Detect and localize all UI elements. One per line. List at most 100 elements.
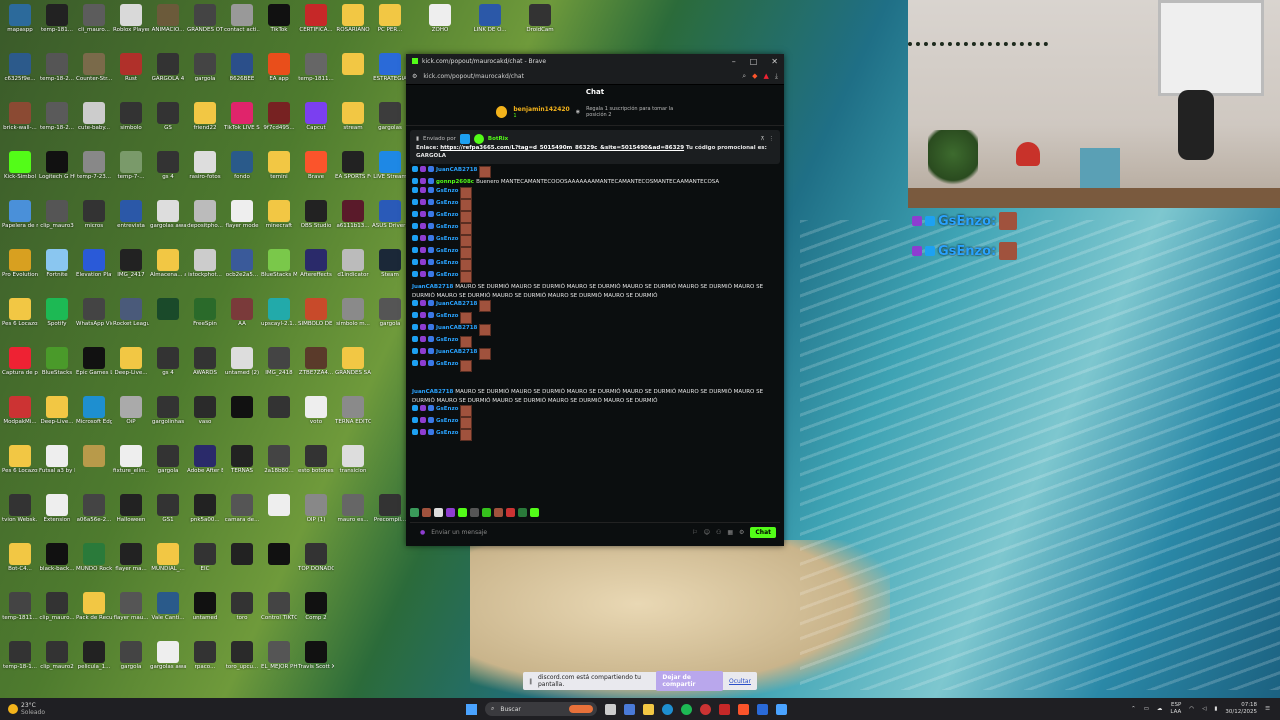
chat-username[interactable]: JuanCAB2718 [436, 300, 477, 309]
chat-username[interactable]: GsEnzo [436, 405, 458, 414]
desktop-icon[interactable]: minecraft [261, 200, 297, 244]
desktop-icon[interactable]: temini [261, 151, 297, 195]
desktop-icon[interactable]: untamed (2) [224, 347, 260, 391]
send-chat-button[interactable]: Chat [750, 526, 776, 538]
settings-icon[interactable]: ⚙ [739, 529, 744, 536]
task-view-icon[interactable] [605, 703, 616, 715]
desktop-icon[interactable]: Deep-Live... [39, 396, 75, 440]
desktop-icon[interactable]: flayer ma... [113, 543, 149, 587]
mic-icon[interactable]: ● [420, 529, 425, 536]
desktop-icon[interactable]: Elevation Player [76, 249, 112, 293]
desktop-icon[interactable]: gs 4 [150, 347, 186, 391]
chat-username[interactable]: GsEnzo [436, 211, 458, 220]
app-icon[interactable] [719, 703, 730, 715]
desktop-icon[interactable]: gargola [372, 298, 408, 342]
desktop-icon[interactable]: flayer mau... [113, 592, 149, 636]
desktop-icon[interactable]: clip_mauro2 [39, 641, 75, 685]
desktop-icon[interactable]: a6111b13... [335, 200, 371, 244]
desktop-icon[interactable]: gargolas awards [150, 641, 186, 685]
desktop-icon[interactable]: gargola [113, 641, 149, 685]
emote-icon[interactable] [494, 508, 503, 517]
app-icon[interactable] [757, 703, 768, 715]
emote-icon[interactable] [434, 508, 443, 517]
desktop-icon[interactable]: camara de... [224, 494, 260, 538]
desktop-icon[interactable]: mauro es... [335, 494, 371, 538]
emote-icon[interactable] [518, 508, 527, 517]
address-bar[interactable]: ⚙ kick.com/popout/maurocakd/chat ⌕ ◆ ▲ ⤓ [406, 68, 784, 85]
desktop-icon[interactable]: Pack de Recursos [76, 592, 112, 636]
desktop-icon[interactable]: temp-1811... [2, 592, 38, 636]
rewards-icon[interactable]: ⚇ [716, 529, 721, 536]
desktop-icon[interactable]: pnk5a00... [187, 494, 223, 538]
desktop-icon[interactable]: ZOHO [422, 4, 458, 48]
desktop-icon[interactable]: gs 4 [150, 151, 186, 195]
url-text[interactable]: kick.com/popout/maurocakd/chat [423, 73, 524, 80]
desktop-icon[interactable]: Counter-Str... [76, 53, 112, 97]
emote-icon[interactable] [530, 508, 539, 517]
desktop-icon[interactable]: EIC [187, 543, 223, 587]
desktop-icon[interactable]: OBS Studio [298, 200, 334, 244]
chat-username[interactable]: JuanCAB2718 [436, 324, 477, 333]
desktop-icon[interactable]: Vale Canti... [150, 592, 186, 636]
zoom-icon[interactable]: ⌕ [742, 72, 746, 81]
desktop-icon[interactable]: 8626BEE [224, 53, 260, 97]
chat-username[interactable]: JuanCAB2718 [412, 389, 455, 395]
brave-taskbar-icon[interactable] [700, 703, 711, 715]
desktop-icon[interactable]: istockphot... [187, 249, 223, 293]
desktop-icon[interactable]: Logitech G HUB [39, 151, 75, 195]
desktop-icon[interactable]: GS [150, 102, 186, 146]
maximize-icon[interactable]: □ [750, 57, 758, 66]
desktop-icon[interactable]: temp-181... [39, 4, 75, 48]
desktop-icon[interactable]: ESTRATEGIA [372, 53, 408, 97]
window-titlebar[interactable]: kick.com/popout/maurocakd/chat - Brave –… [406, 54, 784, 68]
hide-link[interactable]: Ocultar [729, 678, 751, 685]
desktop-icon[interactable]: SIMBOLO DE GARGOLA [298, 298, 334, 342]
weather-widget[interactable]: 23°C Soleado [0, 702, 128, 716]
desktop-icon[interactable]: friend22 [187, 102, 223, 146]
chat-username[interactable]: GsEnzo [436, 235, 458, 244]
chat-username[interactable]: GsEnzo [436, 223, 458, 232]
desktop-icon[interactable]: flayer mode [224, 200, 260, 244]
desktop-icon[interactable] [261, 494, 297, 538]
desktop-icon[interactable]: TikTok [261, 4, 297, 48]
brave-shield-icon[interactable]: ◆ [752, 72, 757, 81]
chat-username[interactable]: JuanCAB2718 [436, 348, 477, 357]
desktop-icon[interactable]: toro_upcu... [224, 641, 260, 685]
desktop-icon[interactable]: Rocket League [113, 298, 149, 342]
desktop-icon[interactable]: 9f7cd495... [261, 102, 297, 146]
desktop-icon[interactable]: contact acti... [224, 4, 260, 48]
desktop-icon[interactable]: PC PER... [372, 4, 408, 48]
desktop-icon[interactable]: LIVE Stream [372, 151, 408, 195]
desktop-icon[interactable]: Bot-C4... [2, 543, 38, 587]
desktop-icon[interactable]: ocb2e2a5... [224, 249, 260, 293]
emote-icon[interactable] [446, 508, 455, 517]
edge-icon[interactable] [662, 703, 673, 715]
battery-icon[interactable]: ▮ [1214, 706, 1217, 712]
desktop-icon[interactable]: tvion Websk... [2, 494, 38, 538]
desktop-icon[interactable]: Control TIKTOK [261, 592, 297, 636]
desktop-icon[interactable]: ModpakMi... [2, 396, 38, 440]
chat-username[interactable]: GsEnzo [436, 360, 458, 369]
chat-username[interactable]: GsEnzo [436, 199, 458, 208]
desktop-icon[interactable]: Capcut [298, 102, 334, 146]
desktop-icon[interactable]: gargolas awards [150, 200, 186, 244]
desktop-icon[interactable]: AA [224, 298, 260, 342]
file-explorer-icon[interactable] [643, 703, 654, 715]
desktop-icon[interactable] [76, 445, 112, 489]
desktop-icon[interactable]: pelicula_1... [76, 641, 112, 685]
desktop-icon[interactable]: GRANDES SALVAJES [335, 347, 371, 391]
desktop-icon[interactable]: gargola [150, 445, 186, 489]
desktop-icon[interactable]: esto botones ... [298, 445, 334, 489]
desktop-icon[interactable]: mapaspp [2, 4, 38, 48]
chat-username[interactable]: GsEnzo [436, 187, 458, 196]
chat-username[interactable]: GsEnzo [436, 247, 458, 256]
desktop-icon[interactable]: Rust [113, 53, 149, 97]
desktop-icon[interactable]: untamed [187, 592, 223, 636]
desktop-icon[interactable]: a06a56e-2... [76, 494, 112, 538]
desktop-icon[interactable]: cli_mauro... [76, 4, 112, 48]
stop-sharing-button[interactable]: Dejar de compartir [656, 671, 723, 691]
spotify-icon[interactable] [681, 703, 692, 715]
desktop-icon[interactable]: 2a18b80... [261, 445, 297, 489]
notification-icon[interactable]: ☰ [1265, 706, 1270, 712]
chevron-up-icon[interactable]: ⌃ [1131, 706, 1136, 712]
